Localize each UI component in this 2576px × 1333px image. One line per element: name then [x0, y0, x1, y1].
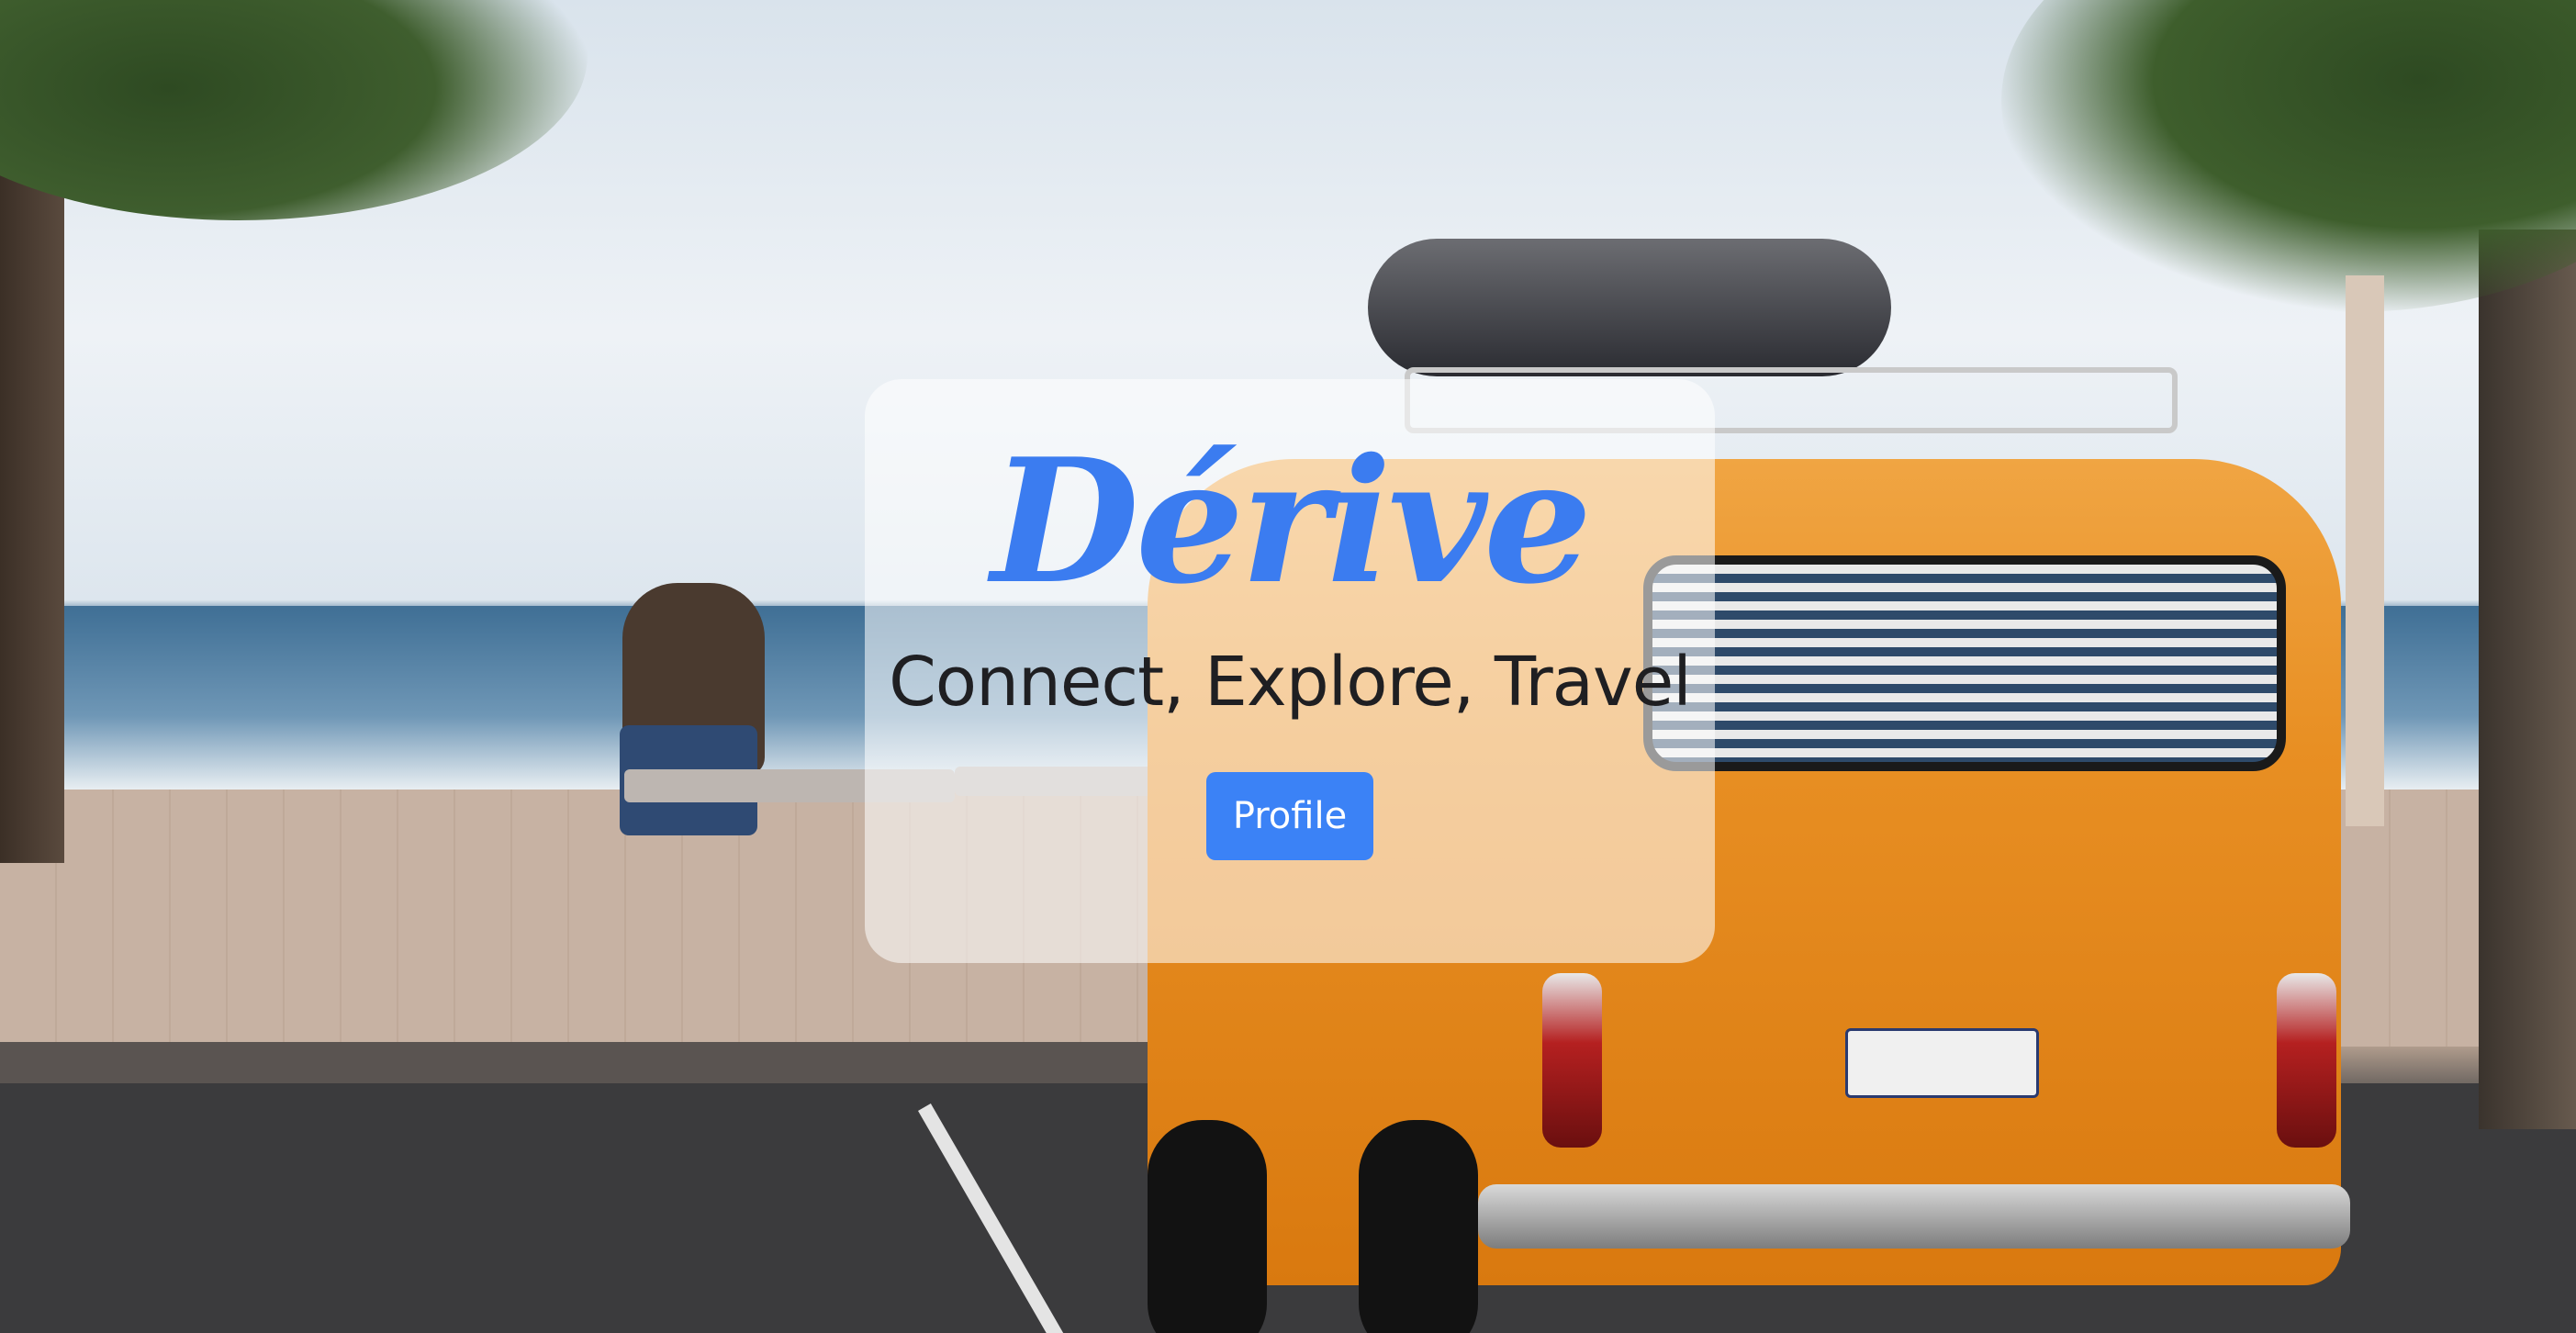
- tagline: Connect, Explore, Travel: [889, 643, 1692, 722]
- roof-bags: [1368, 239, 1891, 376]
- van-taillight-left: [1542, 973, 1602, 1148]
- van-wheel: [1359, 1120, 1478, 1333]
- pole: [2346, 275, 2384, 826]
- van-wheel: [1148, 1120, 1267, 1333]
- curb: [0, 1042, 1193, 1083]
- tree-canopy-right: [2001, 0, 2576, 312]
- van-rear-window: [1643, 555, 2286, 771]
- tree-trunk-right: [2479, 230, 2576, 1129]
- brand-title: Dérive: [991, 420, 1593, 622]
- tree-canopy-left: [0, 0, 588, 220]
- van-bumper: [1478, 1184, 2350, 1249]
- license-plate: [1845, 1028, 2039, 1098]
- van-taillight-right: [2277, 973, 2336, 1148]
- hero-card: Dérive Connect, Explore, Travel Profile: [865, 379, 1715, 963]
- profile-button[interactable]: Profile: [1206, 771, 1373, 860]
